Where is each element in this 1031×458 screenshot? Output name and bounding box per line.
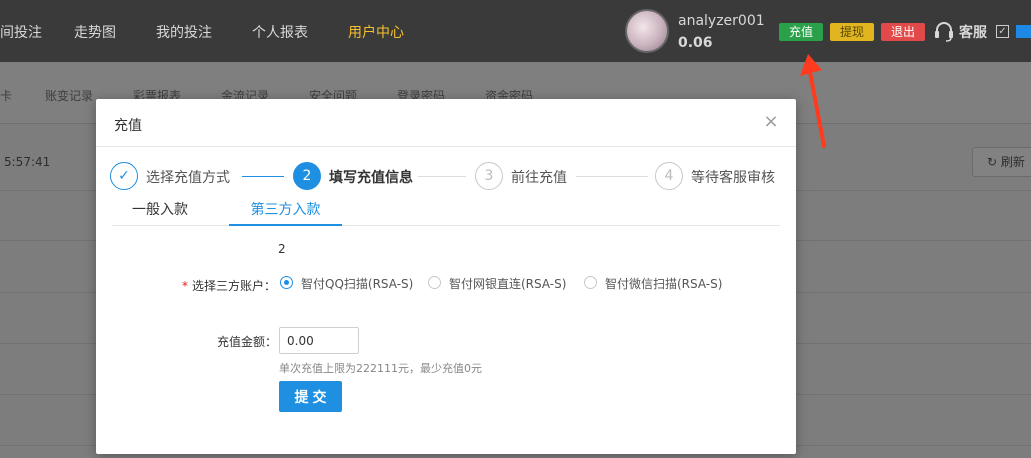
sub-item-transactions[interactable]: 账变记录	[45, 87, 93, 104]
sub-item-card[interactable]: 卡	[0, 87, 12, 104]
required-mark: *	[182, 279, 188, 293]
recharge-button[interactable]: 充值	[779, 23, 823, 41]
color-swatch[interactable]	[1016, 25, 1031, 38]
step-label: 等待客服审核	[691, 170, 775, 186]
top-nav-bar: 间投注 走势图 我的投注 个人报表 用户中心 analyzer001 0.06 …	[0, 0, 1031, 62]
timestamp: 5:57:41	[4, 155, 51, 169]
nav-item-trend[interactable]: 走势图	[74, 22, 116, 42]
step-connector	[576, 176, 648, 177]
amount-hint: 单次充值上限为222111元，最少充值0元	[279, 362, 482, 375]
radio-indicator[interactable]	[428, 276, 441, 289]
step-await-review: 4 等待客服审核	[655, 162, 785, 190]
step-go-recharge: 3 前往充值	[475, 162, 585, 190]
step-label: 选择充值方式	[146, 170, 230, 186]
arrow-annotation	[800, 54, 826, 148]
account-label: * 选择三方账户：	[182, 277, 276, 294]
modal-title: 充值	[114, 118, 142, 134]
info-number: 2	[278, 242, 286, 256]
nav-item-betting[interactable]: 间投注	[0, 22, 42, 42]
nav-item-user-center[interactable]: 用户中心	[348, 22, 404, 42]
step-number: 2	[293, 162, 321, 190]
logout-button[interactable]: 退出	[881, 23, 925, 41]
close-icon[interactable]: ×	[763, 112, 779, 132]
step-connector	[418, 176, 466, 177]
step-connector	[242, 176, 284, 177]
recharge-modal: 充值 × ✓ 选择充值方式 2 填写充值信息 3 前往充值 4 等待客服审核 一…	[96, 99, 796, 454]
check-icon: ✓	[110, 162, 138, 190]
headset-icon[interactable]	[934, 20, 954, 42]
step-select-method: ✓ 选择充值方式	[110, 162, 240, 190]
nav-item-report[interactable]: 个人报表	[252, 22, 308, 42]
modal-header: 充值 ×	[96, 99, 796, 147]
radio-wechat-scan[interactable]: 智付微信扫描(RSA-S)	[584, 275, 734, 291]
avatar[interactable]	[625, 9, 669, 53]
tab-general-deposit[interactable]: 一般入款	[112, 199, 208, 226]
tab-third-party-deposit[interactable]: 第三方入款	[229, 199, 342, 226]
step-number: 4	[655, 162, 683, 190]
account-label-text: 选择三方账户：	[192, 279, 277, 293]
service-link[interactable]: 客服	[959, 22, 987, 42]
radio-online-banking[interactable]: 智付网银直连(RSA-S)	[428, 275, 578, 291]
nav-item-my-bets[interactable]: 我的投注	[156, 22, 212, 42]
amount-input[interactable]	[279, 327, 359, 354]
refresh-label: 刷新	[1000, 155, 1025, 169]
radio-label: 智付网银直连(RSA-S)	[449, 277, 567, 291]
radio-label: 智付QQ扫描(RSA-S)	[301, 277, 414, 291]
step-fill-info: 2 填写充值信息	[293, 162, 433, 190]
step-label: 前往充值	[511, 170, 567, 186]
radio-label: 智付微信扫描(RSA-S)	[605, 277, 723, 291]
amount-label: 充值金额：	[217, 335, 278, 349]
deposit-tabs: 一般入款 第三方入款	[112, 199, 780, 226]
submit-button[interactable]: 提交	[279, 381, 342, 412]
username: analyzer001	[678, 13, 765, 29]
radio-qq-scan[interactable]: 智付QQ扫描(RSA-S)	[280, 275, 420, 291]
refresh-button[interactable]: ↻ 刷新	[972, 147, 1031, 177]
check-icon[interactable]: ✓	[996, 25, 1009, 38]
refresh-icon: ↻	[987, 155, 998, 169]
radio-indicator[interactable]	[280, 276, 293, 289]
withdraw-button[interactable]: 提现	[830, 23, 874, 41]
step-number: 3	[475, 162, 503, 190]
radio-indicator[interactable]	[584, 276, 597, 289]
step-label: 填写充值信息	[329, 170, 413, 186]
balance: 0.06	[678, 35, 713, 51]
